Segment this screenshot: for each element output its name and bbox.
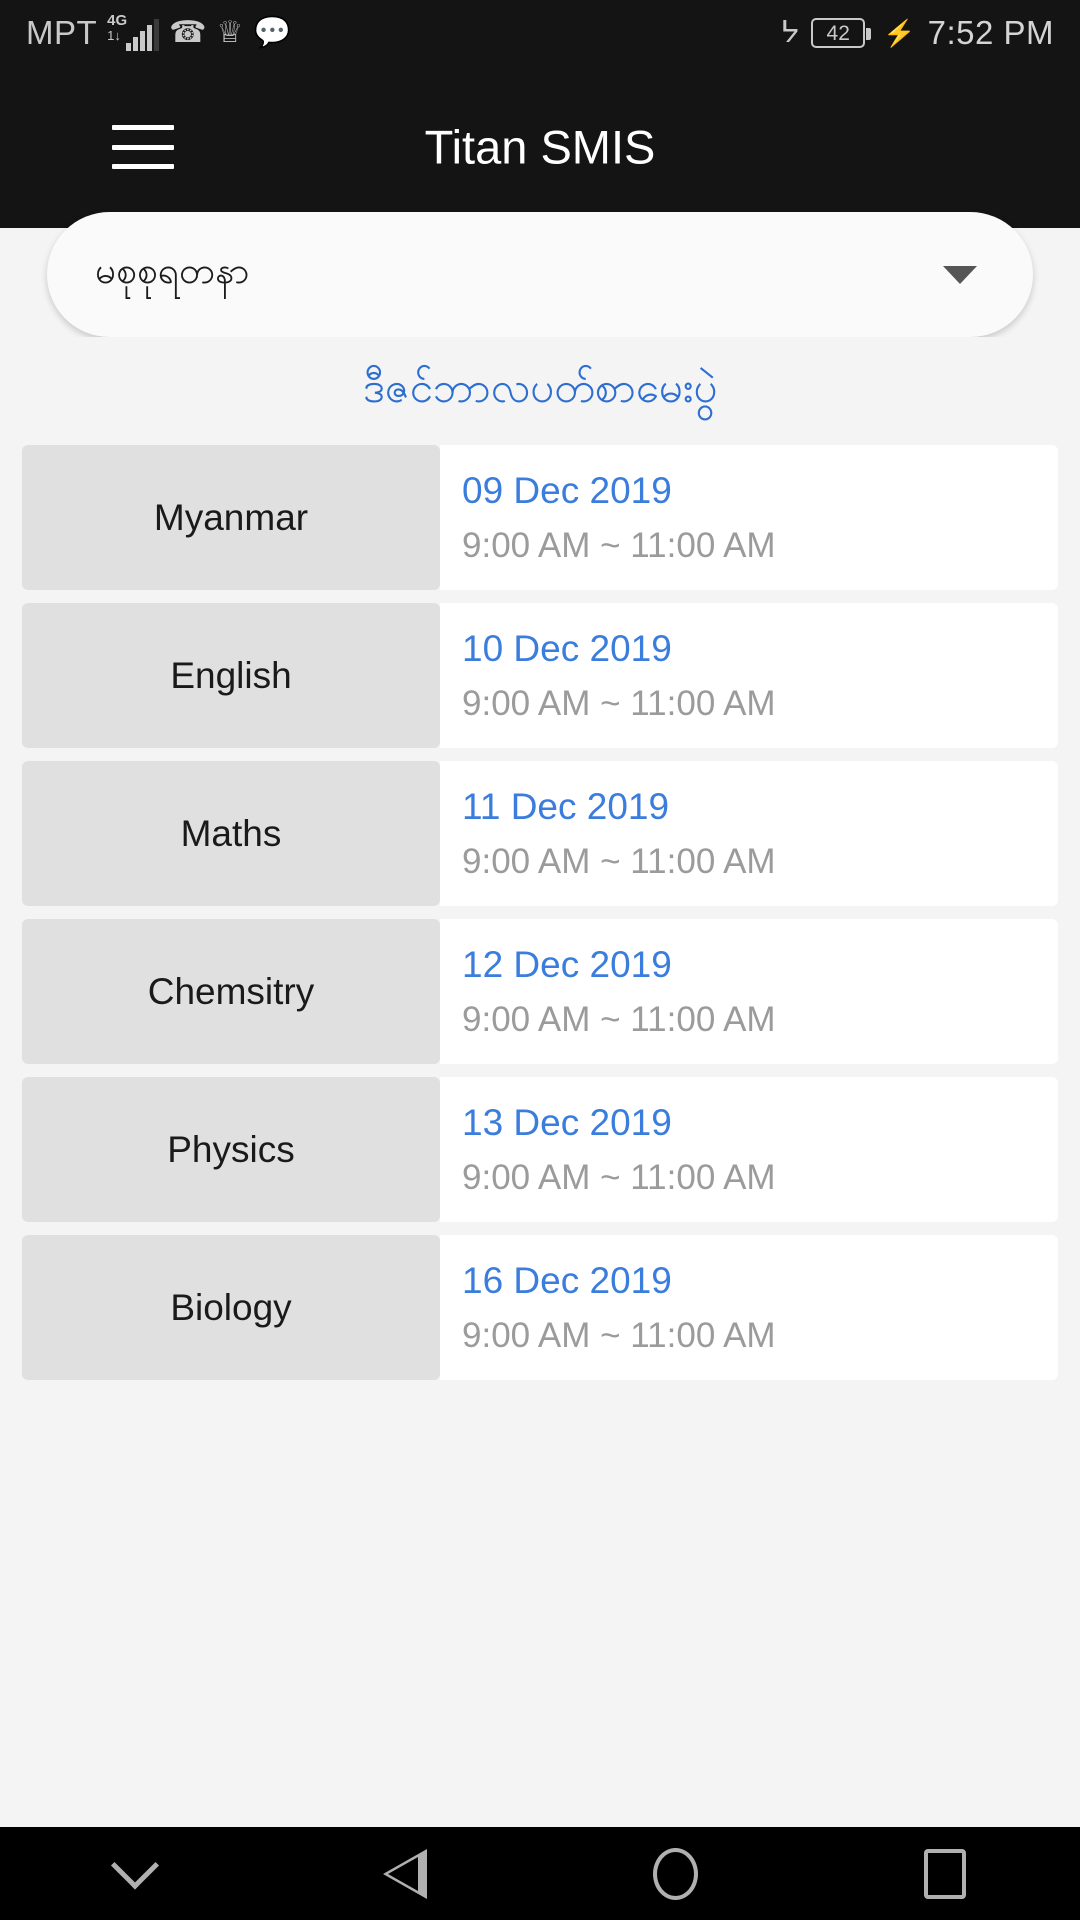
exam-date: 11 Dec 2019 bbox=[462, 785, 670, 827]
home-button[interactable] bbox=[540, 1847, 810, 1900]
exam-time: 9:00 AM ~ 11:00 AM bbox=[462, 525, 776, 565]
table-row[interactable]: Physics 13 Dec 2019 9:00 AM ~ 11:00 AM bbox=[22, 1077, 1058, 1222]
exam-date: 10 Dec 2019 bbox=[462, 627, 672, 669]
student-selector-value: မစုစုရတနာ bbox=[95, 249, 250, 291]
status-bar: MPT 4G 1↓ ☎ ♕ 💬 ᔭ 42 ⚡ 7:52 PM bbox=[0, 0, 1080, 66]
bluetooth-icon: ᔭ bbox=[780, 16, 800, 49]
schedule-cell: 09 Dec 2019 9:00 AM ~ 11:00 AM bbox=[440, 445, 1058, 590]
student-selector-dropdown[interactable]: မစုစုရတနာ bbox=[47, 212, 1033, 337]
status-bar-right: ᔭ 42 ⚡ 7:52 PM bbox=[780, 14, 1054, 52]
exam-heading: ဒီဇင်ဘာလပတ်စာမေးပွဲ bbox=[362, 364, 718, 411]
back-button[interactable] bbox=[270, 1848, 540, 1899]
app-bar: Titan SMIS bbox=[0, 66, 1080, 228]
status-bar-left: MPT 4G 1↓ ☎ ♕ 💬 bbox=[26, 12, 291, 52]
exam-date: 13 Dec 2019 bbox=[462, 1101, 672, 1143]
phone-screen: MPT 4G 1↓ ☎ ♕ 💬 ᔭ 42 ⚡ 7:52 PM Titan SMI… bbox=[0, 0, 1080, 1920]
android-navigation-bar bbox=[0, 1827, 1080, 1920]
exam-time: 9:00 AM ~ 11:00 AM bbox=[462, 683, 776, 723]
hide-keyboard-button[interactable] bbox=[0, 1840, 270, 1891]
schedule-cell: 10 Dec 2019 9:00 AM ~ 11:00 AM bbox=[440, 603, 1058, 748]
exam-date: 12 Dec 2019 bbox=[462, 943, 672, 985]
network-type-label: 4G bbox=[107, 12, 128, 29]
subject-cell: English bbox=[22, 603, 440, 748]
exam-schedule-table: Myanmar 09 Dec 2019 9:00 AM ~ 11:00 AM E… bbox=[0, 445, 1080, 1380]
signal-bars bbox=[126, 19, 160, 51]
exam-time: 9:00 AM ~ 11:00 AM bbox=[462, 1157, 776, 1197]
subject-cell: Chemsitry bbox=[22, 919, 440, 1064]
exam-time: 9:00 AM ~ 11:00 AM bbox=[462, 1315, 776, 1355]
status-bar-clock: 7:52 PM bbox=[927, 14, 1054, 51]
call-icon: ☎ bbox=[169, 16, 207, 49]
signal-strength-icon: 4G 1↓ bbox=[107, 12, 160, 51]
network-activity-label: 1↓ bbox=[107, 28, 121, 43]
home-circle-icon bbox=[652, 1847, 698, 1900]
usb-icon: ♕ bbox=[216, 16, 244, 49]
table-row[interactable]: English 10 Dec 2019 9:00 AM ~ 11:00 AM bbox=[22, 603, 1058, 748]
table-row[interactable]: Myanmar 09 Dec 2019 9:00 AM ~ 11:00 AM bbox=[22, 445, 1058, 590]
battery-level-label: 42 bbox=[826, 21, 850, 45]
message-icon: 💬 bbox=[253, 16, 291, 49]
battery-icon: 42 bbox=[811, 18, 872, 48]
page-title: Titan SMIS bbox=[424, 120, 656, 174]
back-triangle-icon bbox=[383, 1848, 427, 1899]
schedule-cell: 12 Dec 2019 9:00 AM ~ 11:00 AM bbox=[440, 919, 1058, 1064]
subject-cell: Maths bbox=[22, 761, 440, 906]
carrier-label: MPT bbox=[26, 14, 98, 51]
subject-cell: Myanmar bbox=[22, 445, 440, 590]
table-row[interactable]: Biology 16 Dec 2019 9:00 AM ~ 11:00 AM bbox=[22, 1235, 1058, 1380]
exam-schedule-content: ဒီဇင်ဘာလပတ်စာမေးပွဲ Myanmar 09 Dec 2019 … bbox=[0, 337, 1080, 1827]
subject-cell: Biology bbox=[22, 1235, 440, 1380]
recents-button[interactable] bbox=[810, 1848, 1080, 1899]
schedule-cell: 13 Dec 2019 9:00 AM ~ 11:00 AM bbox=[440, 1077, 1058, 1222]
charging-bolt-icon: ⚡ bbox=[883, 17, 916, 48]
table-row[interactable]: Maths 11 Dec 2019 9:00 AM ~ 11:00 AM bbox=[22, 761, 1058, 906]
exam-time: 9:00 AM ~ 11:00 AM bbox=[462, 841, 776, 881]
subject-cell: Physics bbox=[22, 1077, 440, 1222]
schedule-cell: 11 Dec 2019 9:00 AM ~ 11:00 AM bbox=[440, 761, 1058, 906]
exam-date: 09 Dec 2019 bbox=[462, 469, 672, 511]
schedule-cell: 16 Dec 2019 9:00 AM ~ 11:00 AM bbox=[440, 1235, 1058, 1380]
exam-time: 9:00 AM ~ 11:00 AM bbox=[462, 999, 776, 1039]
hide-keyboard-chevron-icon bbox=[110, 1840, 160, 1890]
exam-date: 16 Dec 2019 bbox=[462, 1259, 672, 1301]
table-row[interactable]: Chemsitry 12 Dec 2019 9:00 AM ~ 11:00 AM bbox=[22, 919, 1058, 1064]
recents-square-icon bbox=[924, 1848, 966, 1899]
chevron-down-icon[interactable] bbox=[943, 265, 977, 284]
